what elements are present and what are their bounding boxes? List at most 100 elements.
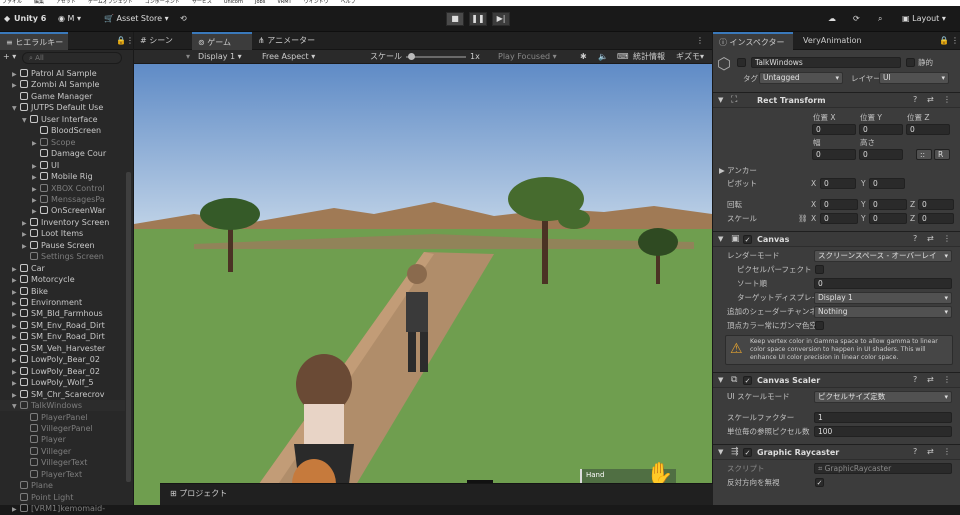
static-checkbox[interactable] [906, 58, 915, 67]
raw-edit-button[interactable]: R [934, 149, 950, 160]
ignore-reversed-checkbox[interactable]: ✓ [815, 478, 824, 487]
tag-dropdown[interactable]: Untagged [759, 72, 843, 84]
menu-dots-icon[interactable]: ⋮ [943, 234, 951, 243]
game-mode-dropdown[interactable]: ▾ [186, 50, 190, 64]
hierarchy-scrollbar[interactable] [126, 172, 131, 482]
hierarchy-row[interactable]: ▶ Loot Items [0, 228, 125, 239]
scale-y-field[interactable]: 0 [869, 213, 907, 224]
hierarchy-row[interactable]: ▶ LowPoly_Wolf_5 [0, 377, 125, 388]
help-icon[interactable]: ? [913, 375, 917, 384]
hierarchy-row[interactable]: ▶ Patrol AI Sample [0, 68, 125, 79]
help-icon[interactable]: ? [913, 95, 917, 104]
hierarchy-row[interactable]: ▶ MenssagesPa [0, 194, 125, 205]
scale-x-field[interactable]: 0 [820, 213, 858, 224]
menu-dots-icon[interactable]: ⋮ [943, 95, 951, 104]
foldout-icon[interactable]: ▶ [12, 298, 20, 309]
hierarchy-row[interactable]: ▶ Environment [0, 297, 125, 308]
hierarchy-row[interactable]: PlayerPanel [0, 412, 125, 423]
foldout-icon[interactable]: ▶ [12, 355, 20, 366]
tab-game[interactable]: ⊚ ゲーム [192, 32, 252, 50]
hierarchy-row[interactable]: ▶ XBOX Control [0, 183, 125, 194]
hierarchy-row[interactable]: ▶ SM_Env_Road_Dirt [0, 331, 125, 342]
menu-item[interactable]: アセット [56, 0, 76, 5]
blueprint-button[interactable]: :: [916, 149, 932, 160]
hierarchy-row[interactable]: ▶ Mobile Rig [0, 171, 125, 182]
hierarchy-row[interactable]: Player [0, 434, 125, 445]
pause-button[interactable]: ❚❚ [469, 12, 487, 26]
preset-icon[interactable]: ⇄ [927, 95, 934, 104]
tab-hierarchy[interactable]: ≡ ヒエラルキー [0, 32, 68, 50]
ui-scale-mode-dropdown[interactable]: ピクセルサイズ定数 [814, 391, 952, 403]
graphic-raycaster-header[interactable]: ▼ ⇶ ✓ Graphic Raycaster ? ⇄ ⋮ [713, 444, 960, 460]
foldout-icon[interactable]: ▶ [12, 275, 20, 286]
active-checkbox[interactable] [737, 58, 746, 67]
hierarchy-row[interactable]: PlayerText [0, 469, 125, 480]
foldout-icon[interactable]: ▶ [32, 161, 40, 172]
pos-y-field[interactable]: 0 [859, 124, 903, 135]
hierarchy-row[interactable]: ▶ UI [0, 160, 125, 171]
render-mode-dropdown[interactable]: スクリーンスペース - オーバーレイ [814, 250, 952, 262]
hierarchy-row[interactable]: ▶ Pause Screen [0, 240, 125, 251]
scale-factor-field[interactable]: 1 [814, 412, 952, 423]
menu-dots-icon[interactable]: ⋮ [690, 32, 710, 50]
hierarchy-row[interactable]: ▼ User Interface [0, 114, 125, 125]
scale-slider[interactable] [406, 50, 466, 64]
object-name-field[interactable]: TalkWindows [751, 57, 901, 68]
foldout-icon[interactable]: ▼ [12, 103, 20, 114]
pos-x-field[interactable]: 0 [812, 124, 856, 135]
hierarchy-row[interactable]: ▶ SM_Veh_Harvester [0, 343, 125, 354]
hierarchy-row[interactable]: ▶ Motorcycle [0, 274, 125, 285]
foldout-icon[interactable]: ▶ [22, 241, 30, 252]
pivot-x-field[interactable]: 0 [820, 178, 856, 189]
foldout-icon[interactable]: ▶ [12, 287, 20, 298]
add-object-button[interactable]: + ▾ [3, 52, 16, 61]
menu-item[interactable]: ヘルプ [341, 0, 356, 5]
canvas-header[interactable]: ▼ ▣ ✓ Canvas ? ⇄ ⋮ [713, 231, 960, 247]
foldout-icon[interactable]: ▶ [12, 344, 20, 355]
pivot-y-field[interactable]: 0 [869, 178, 905, 189]
stats-button[interactable]: 統計情報 [633, 50, 665, 64]
canvas-scaler-header[interactable]: ▼ ⧉ ✓ Canvas Scaler ? ⇄ ⋮ [713, 372, 960, 388]
foldout-icon[interactable]: ▶ [32, 184, 40, 195]
height-field[interactable]: 0 [859, 149, 903, 160]
tab-animator[interactable]: ⋔ アニメーター [252, 32, 332, 50]
hierarchy-row[interactable]: ▶ Bike [0, 286, 125, 297]
foldout-icon[interactable]: ▶ [32, 138, 40, 149]
shader-channels-dropdown[interactable]: Nothing [814, 306, 952, 318]
hierarchy-row[interactable]: ▼ JUTPS Default Use [0, 102, 125, 113]
width-field[interactable]: 0 [812, 149, 856, 160]
menu-item[interactable]: 編集 [34, 0, 44, 5]
scaler-enabled-checkbox[interactable]: ✓ [743, 376, 752, 385]
foldout-icon[interactable]: ▶ [32, 195, 40, 206]
cloud-icon[interactable]: ☁ [828, 13, 836, 25]
aspect-dropdown[interactable]: Free Aspect ▾ [262, 50, 315, 64]
layer-dropdown[interactable]: UI [879, 72, 949, 84]
hierarchy-row[interactable]: VillegerPanel [0, 423, 125, 434]
hierarchy-row[interactable]: ▶ Inventory Screen [0, 217, 125, 228]
foldout-icon[interactable]: ▶ [12, 332, 20, 343]
rot-z-field[interactable]: 0 [918, 199, 954, 210]
step-button[interactable]: ▶| [492, 12, 510, 26]
search-icon[interactable]: ⌕ [878, 13, 882, 25]
preset-icon[interactable]: ⇄ [927, 234, 934, 243]
hierarchy-search-input[interactable]: ⌕ All [22, 52, 122, 64]
foldout-icon[interactable]: ▼ [22, 115, 30, 126]
menu-item[interactable]: VRMT [277, 0, 291, 5]
menu-item[interactable]: サービス [192, 0, 212, 5]
foldout-icon[interactable]: ▶ [22, 229, 30, 240]
speaker-icon[interactable]: 🔈 [598, 50, 608, 64]
hierarchy-row[interactable]: Settings Screen [0, 251, 125, 262]
help-icon[interactable]: ? [913, 234, 917, 243]
raycaster-enabled-checkbox[interactable]: ✓ [743, 448, 752, 457]
foldout-icon[interactable]: ▶ [22, 218, 30, 229]
version-control-icon[interactable]: ⟲ [180, 13, 187, 25]
game-viewport[interactable]: Hand ✋ [134, 64, 712, 505]
rot-x-field[interactable]: 0 [820, 199, 858, 210]
play-button[interactable]: ■ [446, 12, 464, 26]
hierarchy-row[interactable]: ▶ LowPoly_Bear_02 [0, 354, 125, 365]
foldout-icon[interactable]: ▶ [12, 321, 20, 332]
play-focused-dropdown[interactable]: Play Focused ▾ [498, 50, 574, 64]
preset-icon[interactable]: ⇄ [927, 447, 934, 456]
pixel-perfect-checkbox[interactable] [815, 265, 824, 274]
hierarchy-row[interactable]: ▶ SM_Env_Road_Dirt [0, 320, 125, 331]
